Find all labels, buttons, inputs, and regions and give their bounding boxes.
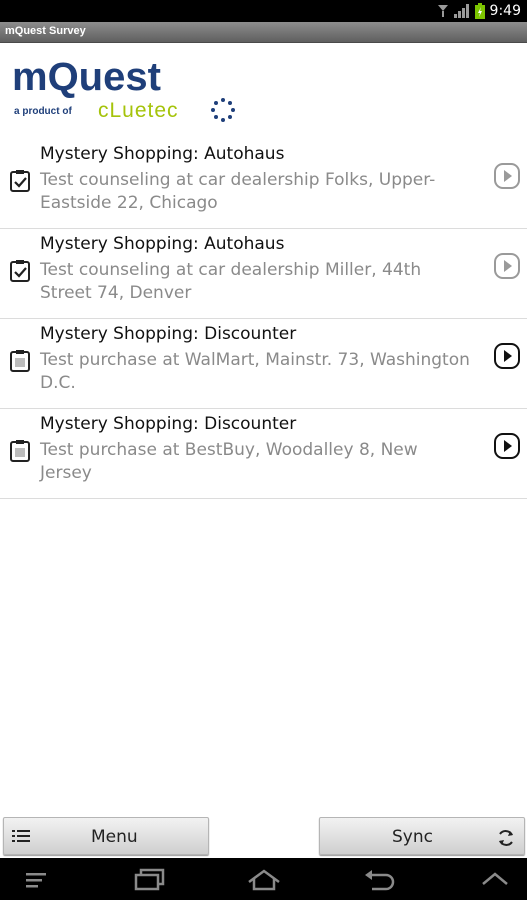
sync-button[interactable]: Sync xyxy=(319,817,525,855)
survey-item[interactable]: Mystery Shopping: Autohaus Test counseli… xyxy=(0,139,527,229)
recent-apps-icon[interactable] xyxy=(133,868,167,892)
clipboard-icon xyxy=(10,440,30,462)
main-content: mQuest a product of cLuetec Mystery Shop… xyxy=(0,43,527,815)
survey-title: Mystery Shopping: Autohaus xyxy=(40,234,285,254)
menu-button-label: Menu xyxy=(91,827,138,847)
sync-icon xyxy=(499,830,513,846)
survey-item[interactable]: Mystery Shopping: Discounter Test purcha… xyxy=(0,319,527,409)
bottom-bar: Menu Sync xyxy=(0,815,527,858)
download-icon xyxy=(437,5,448,17)
logo-tagline: a product of xyxy=(14,106,72,117)
checked-clipboard-icon xyxy=(10,260,30,282)
back-icon[interactable] xyxy=(362,868,396,892)
survey-description: Test purchase at WalMart, Mainstr. 73, W… xyxy=(40,350,470,393)
up-icon[interactable] xyxy=(478,868,512,892)
survey-item[interactable]: Mystery Shopping: Discounter Test purcha… xyxy=(0,409,527,499)
survey-title: Mystery Shopping: Autohaus xyxy=(40,144,285,164)
survey-description: Test purchase at BestBuy, Woodalley 8, N… xyxy=(40,440,418,483)
signal-icon xyxy=(453,4,469,18)
system-nav-bar xyxy=(0,858,527,900)
menu-icon[interactable] xyxy=(24,868,52,892)
clock: 9:49 xyxy=(489,3,521,19)
play-arrow-icon[interactable] xyxy=(494,343,520,369)
status-bar: 9:49 xyxy=(0,0,527,22)
survey-title: Mystery Shopping: Discounter xyxy=(40,324,297,344)
battery-charging-icon xyxy=(474,3,485,19)
play-arrow-icon[interactable] xyxy=(494,163,520,189)
cluetec-dots-icon xyxy=(211,98,235,122)
logo-wordmark: mQuest xyxy=(12,55,161,99)
survey-description: Test counseling at car dealership Miller… xyxy=(40,260,422,303)
home-icon[interactable] xyxy=(246,868,282,892)
status-icons: 9:49 xyxy=(437,2,521,20)
sync-button-label: Sync xyxy=(392,827,433,847)
play-arrow-icon[interactable] xyxy=(494,433,520,459)
list-icon xyxy=(12,830,30,842)
survey-list: Mystery Shopping: Autohaus Test counseli… xyxy=(0,139,527,499)
play-arrow-icon[interactable] xyxy=(494,253,520,279)
title-bar: mQuest Survey xyxy=(0,22,527,43)
survey-item[interactable]: Mystery Shopping: Autohaus Test counseli… xyxy=(0,229,527,319)
app-title: mQuest Survey xyxy=(5,25,86,37)
logo-brand: cLuetec xyxy=(98,99,179,122)
mquest-logo: mQuest a product of cLuetec xyxy=(12,55,242,135)
checked-clipboard-icon xyxy=(10,170,30,192)
clipboard-icon xyxy=(10,350,30,372)
survey-description: Test counseling at car dealership Folks,… xyxy=(40,170,436,213)
survey-title: Mystery Shopping: Discounter xyxy=(40,414,297,434)
menu-button[interactable]: Menu xyxy=(3,817,209,855)
